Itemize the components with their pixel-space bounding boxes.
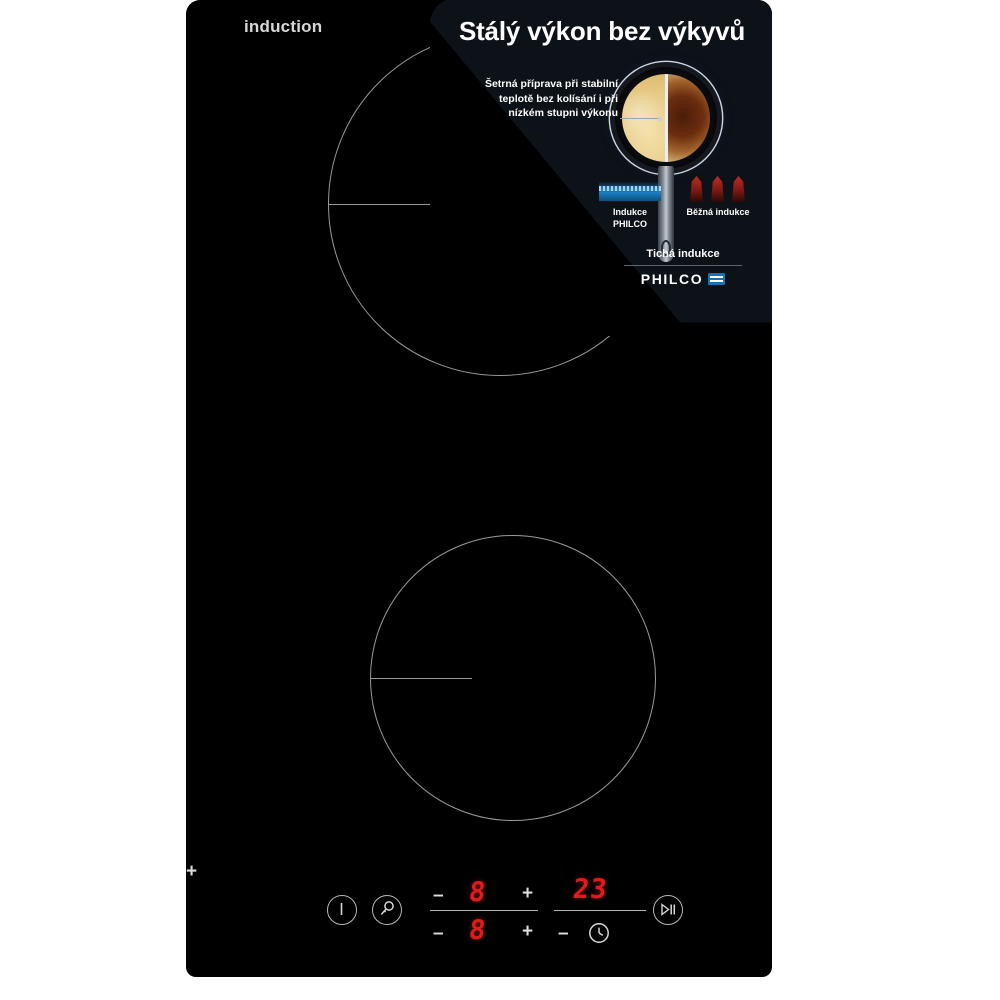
logo-divider [624,265,742,266]
rear-burner-minus-button[interactable]: – [433,886,444,905]
front-zone-tick [371,678,472,680]
power-button[interactable] [327,895,357,925]
clock-icon [589,923,609,943]
spike-2 [711,176,724,202]
induction-brand-label: induction [244,17,323,36]
philco-logo-text: PHILCO [640,271,704,287]
promo-leader-line [620,116,662,121]
front-burner-minus-button[interactable]: – [433,924,444,943]
burner-slider-rule[interactable] [430,910,538,912]
promo-title: Stálý výkon bez výkyvů [458,16,746,46]
food-burnt [666,74,710,162]
food-divider [664,74,668,162]
front-burner-plus-button[interactable]: + [522,922,533,941]
control-panel: – 8 + – 8 + 23 – + [186,862,772,967]
fluctuating-power-spikes-icon [687,176,749,202]
product-image: induction Stálý výkon bez výkyvů Šetrná … [0,0,1000,1000]
promo-description: Šetrná příprava při stabilní teplotě bez… [484,78,618,119]
philco-logo-mark-icon [708,273,726,285]
play-pause-icon [661,903,676,916]
front-cooking-zone[interactable] [370,535,656,821]
promo-tagline: Tichá indukce [646,248,720,260]
key-lock-icon [380,901,394,915]
timer-display: 23 [571,874,610,905]
rear-burner-display: 8 [467,877,489,908]
timer-minus-button[interactable]: – [558,924,569,943]
promo-footer: Tichá indukce PHILCO [610,248,756,287]
timer-button[interactable] [587,921,611,945]
spike-3 [732,176,745,202]
child-lock-button[interactable] [372,895,402,925]
indicator-label-conventional: Běžná indukce [686,207,750,217]
rear-burner-plus-button[interactable]: + [522,884,533,903]
pause-button[interactable] [653,895,683,925]
stable-power-wave-icon [599,182,661,201]
timer-plus-button[interactable]: + [186,862,197,881]
philco-logo: PHILCO [610,271,756,287]
rear-zone-tick [329,204,435,206]
induction-cooktop: induction Stálý výkon bez výkyvů Šetrná … [186,0,772,977]
power-icon [340,903,343,915]
front-burner-display: 8 [467,915,489,946]
indicator-label-philco: Indukce PHILCO [612,207,647,229]
promo-overlay-badge: Stálý výkon bez výkyvů Šetrná příprava p… [430,0,772,336]
spike-1 [690,176,703,202]
timer-slider-rule[interactable] [554,910,646,912]
